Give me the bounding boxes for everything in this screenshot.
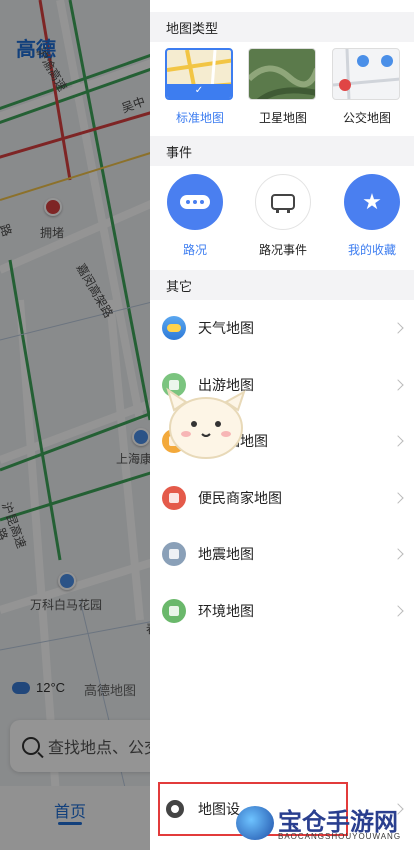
list-item-label: 天气地图 — [198, 320, 254, 337]
mascot-illustration — [166, 387, 246, 459]
other-map-list: 天气地图 出游地图 充电站地图 便民商家地图 地震地图 环境地图 — [150, 300, 414, 639]
chevron-right-icon — [392, 435, 404, 447]
weather-icon — [162, 316, 186, 341]
chevron-right-icon — [392, 492, 404, 504]
site-watermark: 宝仓手游网 BAOCANGSHOUYOUWANG — [232, 800, 410, 846]
car-accident-icon — [255, 174, 311, 230]
list-item-label: 地震地图 — [198, 546, 254, 563]
star-icon: ★ — [344, 174, 400, 230]
map-type-satellite[interactable]: 卫星地图 — [248, 48, 318, 126]
watermark-logo-icon — [236, 806, 274, 840]
section-header-map-type: 地图类型 — [150, 12, 414, 42]
transit-thumb-art — [333, 49, 399, 99]
event-label: 我的收藏 — [347, 243, 396, 257]
map-type-label: 标准地图 — [175, 111, 224, 125]
watermark-subtitle: BAOCANGSHOUYOUWANG — [278, 832, 402, 841]
chevron-right-icon — [392, 322, 404, 334]
satellite-thumb-art — [249, 65, 315, 99]
chevron-right-icon — [392, 379, 404, 391]
section-header-events: 事件 — [150, 136, 414, 166]
list-item-weather-map[interactable]: 天气地图 — [150, 300, 414, 357]
event-favorites[interactable]: ★ 我的收藏 — [332, 174, 412, 258]
shop-icon — [162, 485, 186, 510]
list-item-environment-map[interactable]: 环境地图 — [150, 583, 414, 640]
map-type-options: ✓ 标准地图 卫星地图 公交地图 — [150, 44, 414, 132]
event-traffic[interactable]: 路况 — [155, 174, 235, 258]
transit-map-thumbnail — [332, 48, 400, 100]
map-type-transit[interactable]: 公交地图 — [332, 48, 402, 126]
chevron-right-icon — [392, 605, 404, 617]
map-type-label: 公交地图 — [342, 111, 391, 125]
standard-map-thumbnail: ✓ — [165, 48, 233, 100]
event-options: 路况 路况事件 ★ 我的收藏 — [150, 166, 414, 270]
traffic-dots-icon — [167, 174, 223, 230]
earthquake-icon — [162, 542, 186, 567]
event-label: 路况事件 — [258, 243, 307, 257]
list-item-earthquake-map[interactable]: 地震地图 — [150, 526, 414, 583]
map-type-standard[interactable]: ✓ 标准地图 — [165, 48, 235, 126]
selected-check-icon: ✓ — [167, 84, 231, 98]
chevron-right-icon — [392, 548, 404, 560]
map-type-label: 卫星地图 — [258, 111, 307, 125]
section-header-other: 其它 — [150, 270, 414, 300]
event-traffic-incidents[interactable]: 路况事件 — [243, 174, 323, 258]
list-item-label: 环境地图 — [198, 602, 254, 619]
list-item-label: 便民商家地图 — [198, 489, 282, 506]
environment-icon — [162, 598, 186, 623]
satellite-map-thumbnail — [248, 48, 316, 100]
event-label: 路况 — [182, 243, 207, 257]
list-item-shop-map[interactable]: 便民商家地图 — [150, 470, 414, 527]
